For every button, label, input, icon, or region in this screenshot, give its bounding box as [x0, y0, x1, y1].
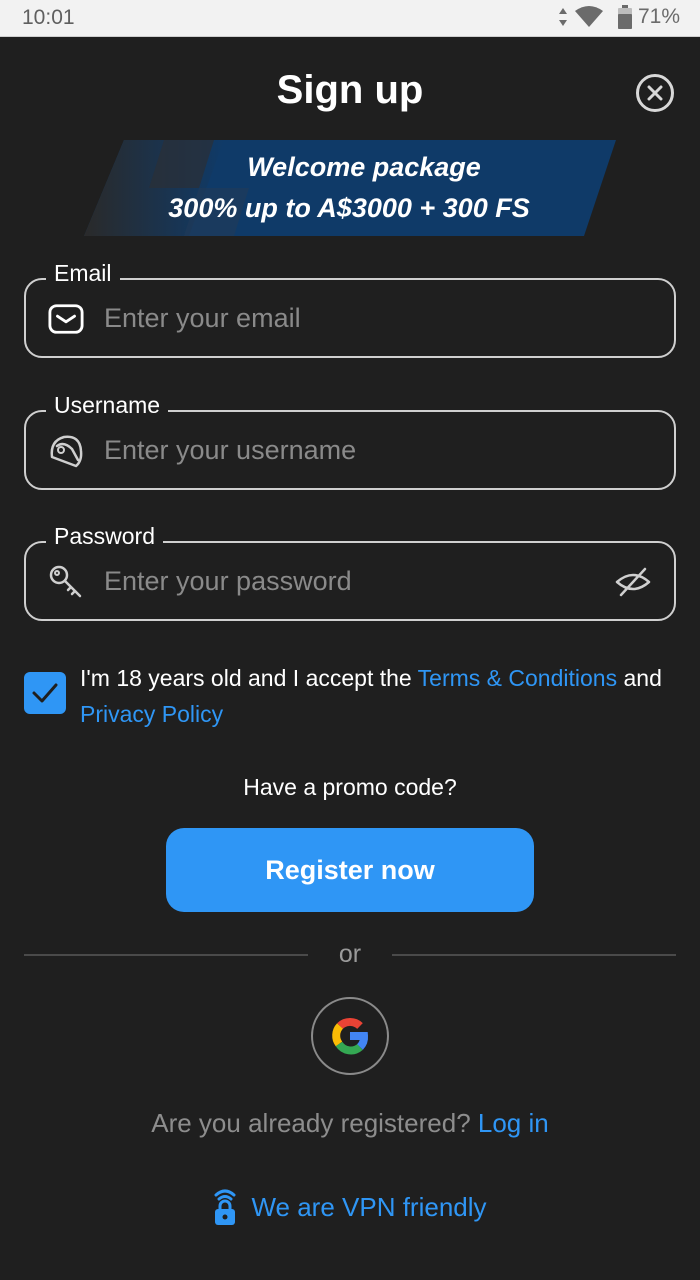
username-field: Username — [24, 391, 676, 490]
vpn-label: We are VPN friendly — [251, 1191, 487, 1222]
promo-code-link[interactable]: Have a promo code? — [243, 774, 457, 800]
email-input[interactable] — [104, 294, 604, 342]
status-icons: 71% — [558, 5, 680, 29]
battery-percent: 71% — [637, 5, 680, 28]
vpn-lock-icon — [214, 1189, 236, 1225]
google-signin-button[interactable] — [311, 997, 389, 1075]
terms-text: I'm 18 years old and I accept the Terms … — [80, 660, 674, 732]
password-label: Password — [46, 522, 163, 550]
close-button[interactable] — [636, 74, 674, 112]
terms-conditions-link[interactable]: Terms & Conditions — [418, 665, 617, 691]
username-label: Username — [46, 391, 169, 419]
welcome-banner: Welcome package 300% up to A$3000 + 300 … — [84, 140, 616, 236]
username-input[interactable] — [104, 426, 604, 474]
eye-off-icon — [615, 567, 651, 597]
close-icon — [647, 85, 663, 101]
privacy-policy-link[interactable]: Privacy Policy — [80, 701, 223, 727]
login-question: Are you already registered? — [151, 1108, 471, 1138]
promo-code-row: Have a promo code? — [0, 774, 700, 801]
vpn-friendly-notice: We are VPN friendly — [0, 1188, 700, 1226]
email-field: Email — [24, 259, 676, 358]
banner-offer: 300% up to A$3000 + 300 FS — [168, 193, 530, 223]
data-arrows-icon — [558, 8, 567, 26]
helmet-icon — [48, 433, 84, 469]
wifi-icon — [574, 6, 603, 27]
email-label: Email — [46, 259, 120, 287]
password-field: Password — [24, 522, 676, 621]
terms-text-before: I'm 18 years old and I accept the — [80, 665, 418, 691]
envelope-icon — [48, 301, 84, 337]
google-icon — [332, 1018, 368, 1055]
divider-right — [392, 954, 676, 956]
status-time: 10:01 — [22, 6, 75, 29]
toggle-password-visibility[interactable] — [614, 563, 652, 601]
status-bar: 10:01 71% — [0, 0, 700, 37]
checkmark-icon — [32, 683, 58, 703]
terms-checkbox[interactable] — [24, 672, 66, 714]
battery-icon — [617, 5, 632, 29]
banner-title: Welcome package — [247, 152, 481, 182]
dialog-title: Sign up — [276, 68, 424, 112]
login-prompt: Are you already registered? Log in — [0, 1108, 700, 1139]
key-icon — [48, 564, 84, 600]
signup-dialog: Sign up Welcome package 300% up to A$300… — [0, 38, 700, 1280]
terms-text-middle: and — [617, 665, 662, 691]
login-link[interactable]: Log in — [478, 1108, 549, 1138]
register-button[interactable]: Register now — [166, 828, 534, 912]
password-input[interactable] — [104, 557, 604, 605]
